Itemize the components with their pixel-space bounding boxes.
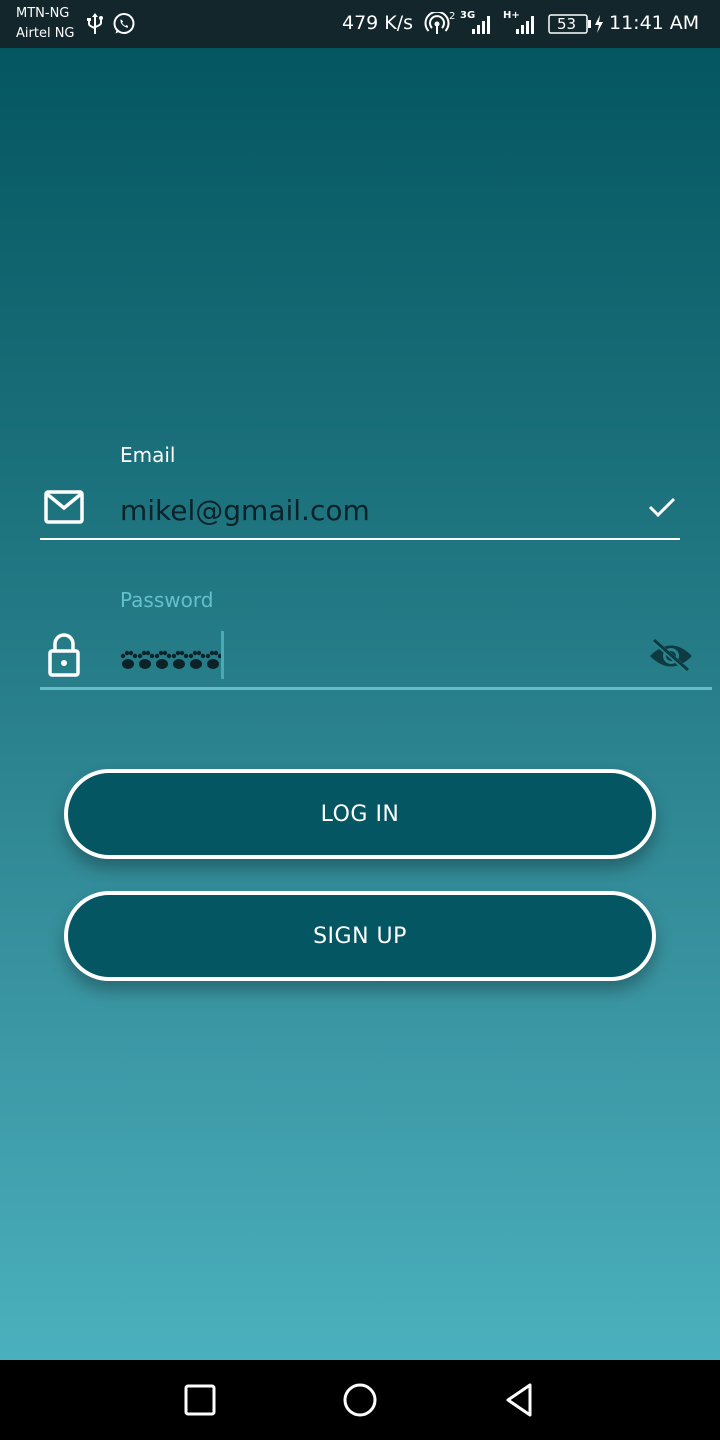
email-label: Email — [120, 443, 176, 467]
hotspot-count: 2 — [449, 11, 456, 22]
status-bar: MTN-NG Airtel NG 479 K/s 2 3G H+ 53 11:4… — [0, 0, 720, 48]
charging-icon — [593, 14, 605, 38]
mail-icon — [44, 490, 84, 528]
text-cursor — [221, 631, 224, 679]
hotspot-icon — [424, 10, 450, 40]
email-field[interactable]: mikel@gmail.com — [40, 478, 680, 540]
carrier-2: Airtel NG — [16, 26, 75, 41]
signup-button[interactable]: SIGN UP — [64, 891, 656, 981]
password-input[interactable] — [120, 649, 224, 675]
password-label: Password — [120, 588, 214, 612]
whatsapp-icon — [112, 12, 136, 40]
back-triangle-icon[interactable] — [500, 1380, 540, 1420]
login-button[interactable]: LOG IN — [64, 769, 656, 859]
password-dot — [171, 650, 189, 669]
carrier-names: MTN-NG Airtel NG — [16, 4, 75, 44]
password-dot — [205, 650, 223, 669]
check-icon — [648, 496, 676, 522]
password-dot — [137, 650, 155, 669]
password-field[interactable] — [40, 623, 712, 690]
password-dot — [188, 650, 206, 669]
carrier-1: MTN-NG — [16, 6, 70, 21]
home-circle-icon[interactable] — [340, 1380, 380, 1420]
email-input[interactable]: mikel@gmail.com — [120, 494, 370, 527]
clock: 11:41 AM — [609, 12, 700, 34]
network-speed: 479 K/s — [342, 12, 414, 34]
lock-icon — [48, 633, 80, 681]
signal-icon — [470, 14, 494, 38]
usb-icon — [86, 12, 104, 40]
login-screen: Email mikel@gmail.com Password LOG IN SI… — [0, 48, 720, 1360]
battery-level: 53 — [557, 15, 577, 33]
navigation-bar — [0, 1360, 720, 1440]
password-mask — [120, 650, 223, 669]
signal-icon-2 — [514, 14, 538, 38]
eye-off-icon[interactable] — [648, 637, 694, 679]
password-dot — [120, 650, 138, 669]
recents-square-icon[interactable] — [180, 1380, 220, 1420]
password-dot — [154, 650, 172, 669]
